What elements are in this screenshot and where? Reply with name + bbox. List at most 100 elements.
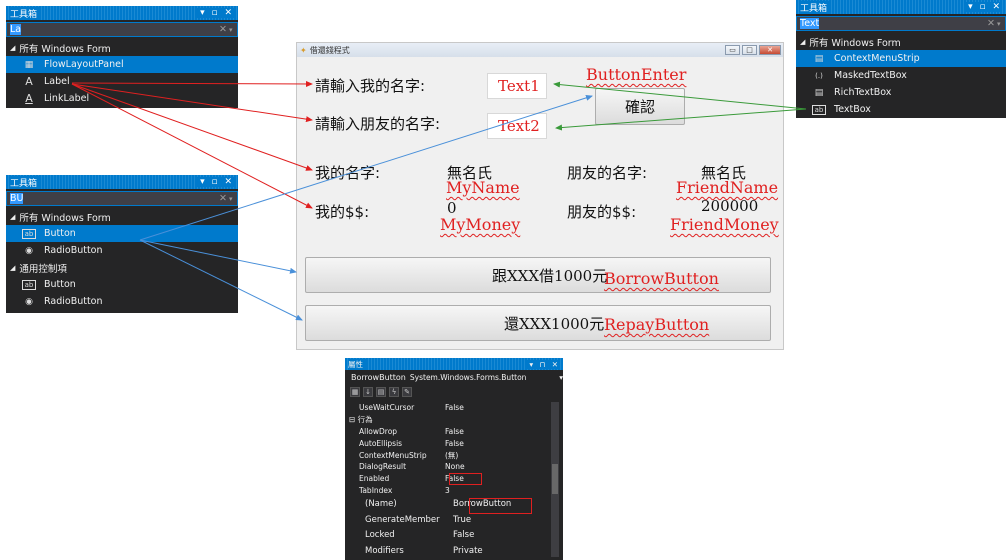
property-category-row[interactable]: ⊟ 行為 — [349, 414, 552, 426]
toolbox-item-label-text: Label — [44, 76, 70, 87]
toolbox-category[interactable]: ◢ 所有 Windows Form — [796, 33, 1006, 50]
toolbox-item-textbox[interactable]: ab TextBox — [796, 101, 1006, 118]
text2-input[interactable]: Text2 — [487, 113, 547, 139]
toolbox-item-radiobutton[interactable]: ◉ RadioButton — [6, 293, 238, 310]
radiobutton-icon: ◉ — [25, 296, 33, 307]
property-value[interactable]: None — [445, 462, 552, 471]
clear-search-icon[interactable]: ✕ — [985, 18, 997, 29]
form-title: 借還錢程式 — [309, 45, 350, 55]
friend-name-label: 朋友的名字: — [567, 164, 648, 182]
property-value[interactable]: False — [445, 427, 552, 436]
window-controls-icon[interactable]: ▾ ⊓ ✕ — [526, 359, 560, 369]
events-icon[interactable]: ϟ — [389, 387, 399, 397]
close-icon[interactable]: ✕ — [759, 45, 781, 55]
property-row[interactable]: GenerateMember True — [349, 512, 552, 528]
dropdown-icon[interactable]: ▾ — [229, 195, 237, 203]
property-key: GenerateMember — [365, 514, 440, 525]
property-row[interactable]: DialogResult None — [349, 461, 552, 473]
toolbox-label-search-panel: 工具箱 ▾ ▫ ✕ La ✕ ▾ ◢ 所有 Windows Form ▦ FlowL… — [6, 6, 238, 108]
search-text: La — [10, 24, 22, 35]
object-dropdown-icon[interactable]: ▾ — [559, 373, 563, 382]
property-row[interactable]: UseWaitCursor False — [349, 402, 552, 414]
clear-search-icon[interactable]: ✕ — [217, 193, 229, 204]
property-key: Modifiers — [365, 545, 404, 556]
my-name-prompt-label: 請輸入我的名字: — [315, 77, 426, 95]
properties-icon[interactable]: ▤ — [376, 387, 386, 397]
property-value[interactable]: True — [453, 515, 552, 525]
properties-panel: 屬性 ▾ ⊓ ✕ BorrowButton System.Windows.For… — [345, 358, 563, 560]
toolbox-title-bar: 工具箱 ▾ ▫ ✕ — [796, 0, 1006, 14]
property-row[interactable]: ContextMenuStrip (無) — [349, 449, 552, 461]
toolbox-category[interactable]: ◢ 通用控制項 — [6, 259, 238, 276]
maximize-icon[interactable]: □ — [742, 45, 757, 55]
properties-scrollbar[interactable] — [551, 402, 559, 557]
name-highlight-box — [469, 498, 532, 514]
window-controls-icon[interactable]: ▾ ▫ ✕ — [965, 2, 1002, 12]
toolbox-item-linklabel[interactable]: A LinkLabel — [6, 90, 238, 107]
contextmenustrip-icon: ▤ — [814, 53, 824, 64]
category-label: 所有 Windows Form — [809, 37, 901, 49]
toolbox-text-search-panel: 工具箱 ▾ ▫ ✕ Text ✕ ▾ ◢ 所有 Windows Form ▤ Con… — [796, 0, 1006, 118]
form-title-bar: ✦ 借還錢程式 ▭ □ ✕ — [297, 43, 783, 57]
toolbox-item-label: ContextMenuStrip — [834, 53, 920, 64]
toolbox-item-button[interactable]: ab Button — [6, 225, 238, 242]
toolbox-title: 工具箱 — [10, 6, 42, 20]
toolbox-search-input[interactable]: Text ✕ ▾ — [796, 16, 1006, 31]
toolbox-item-richtextbox[interactable]: ▤ RichTextBox — [796, 84, 1006, 101]
scrollbar-thumb[interactable] — [552, 464, 558, 494]
toolbox-search-input[interactable]: BU ✕ ▾ — [6, 191, 238, 206]
toolbox-item-label[interactable]: A Label — [6, 73, 238, 90]
minimize-icon[interactable]: ▭ — [725, 45, 740, 55]
window-controls-icon[interactable]: ▾ ▫ ✕ — [197, 177, 234, 187]
toolbox-item-maskedtextbox[interactable]: (.) MaskedTextBox — [796, 67, 1006, 84]
toolbox-item-contextmenustrip[interactable]: ▤ ContextMenuStrip — [796, 50, 1006, 67]
dropdown-icon[interactable]: ▾ — [997, 20, 1005, 28]
toolbox-item-flowlayoutpanel[interactable]: ▦ FlowLayoutPanel — [6, 56, 238, 73]
property-row[interactable]: Locked False — [349, 527, 552, 543]
toolbox-button-search-panel: 工具箱 ▾ ▫ ✕ BU ✕ ▾ ◢ 所有 Windows Form ab Butt… — [6, 175, 238, 313]
property-value[interactable]: (無) — [445, 450, 552, 461]
object-selector[interactable]: BorrowButton System.Windows.Forms.Button… — [345, 370, 563, 385]
annotation-my-money: MyMoney — [440, 215, 521, 234]
property-row[interactable]: AllowDrop False — [349, 426, 552, 438]
categorized-icon[interactable]: ▦ — [350, 387, 360, 397]
textbox-icon: ab — [812, 104, 826, 115]
window-controls-icon[interactable]: ▾ ▫ ✕ — [197, 8, 234, 18]
property-value[interactable]: False — [453, 530, 552, 540]
toolbox-title-bar: 工具箱 ▾ ▫ ✕ — [6, 175, 238, 189]
clear-search-icon[interactable]: ✕ — [217, 24, 229, 35]
maskedtextbox-icon: (.) — [815, 71, 823, 80]
toolbox-item-button[interactable]: ab Button — [6, 276, 238, 293]
toolbox-item-label: Button — [44, 228, 76, 239]
toolbox-category[interactable]: ◢ 所有 Windows Form — [6, 39, 238, 56]
app-icon: ✦ — [300, 45, 307, 55]
toolbox-item-label: MaskedTextBox — [834, 70, 907, 81]
toolbox-title: 工具箱 — [800, 0, 832, 14]
alphabetical-icon[interactable]: ↓ — [363, 387, 373, 397]
confirm-button[interactable]: 確認 — [595, 88, 685, 125]
annotation-my-name: MyName — [446, 178, 520, 197]
property-key: AllowDrop — [359, 426, 398, 436]
property-value[interactable]: False — [445, 439, 552, 448]
property-value[interactable]: False — [445, 403, 552, 412]
button-icon: ab — [22, 228, 36, 239]
object-name: BorrowButton — [351, 373, 406, 382]
property-row[interactable]: TabIndex 3 — [349, 485, 552, 497]
category-label: 通用控制項 — [19, 263, 67, 275]
button-icon: ab — [22, 279, 36, 290]
dropdown-icon[interactable]: ▾ — [229, 26, 237, 34]
property-key: Locked — [365, 530, 395, 541]
text1-input[interactable]: Text1 — [487, 73, 547, 99]
toolbox-category[interactable]: ◢ 所有 Windows Form — [6, 208, 238, 225]
toolbox-search-input[interactable]: La ✕ ▾ — [6, 22, 238, 37]
toolbox-item-radiobutton[interactable]: ◉ RadioButton — [6, 242, 238, 259]
property-row[interactable]: Modifiers Private — [349, 543, 552, 559]
property-pages-icon[interactable]: ✎ — [402, 387, 412, 397]
property-row[interactable]: AutoEllipsis False — [349, 437, 552, 449]
annotation-friend-money: FriendMoney — [670, 215, 779, 234]
property-value[interactable]: Private — [453, 546, 552, 556]
property-value[interactable]: 3 — [445, 486, 552, 495]
my-money-label: 我的$$: — [315, 203, 370, 221]
my-name-label: 我的名字: — [315, 164, 381, 182]
property-key: DialogResult — [359, 462, 407, 472]
